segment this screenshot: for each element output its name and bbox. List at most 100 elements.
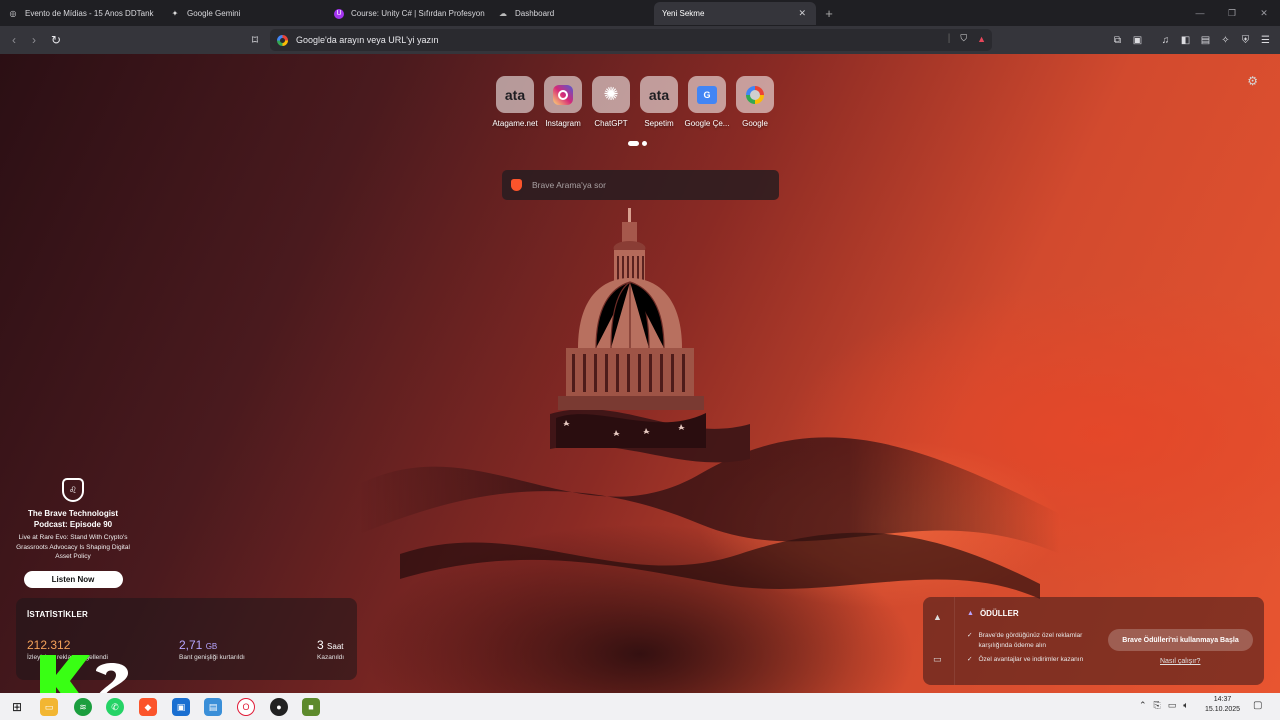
google-translate-icon: G — [697, 85, 717, 104]
control-panel-icon[interactable]: ▤ — [204, 698, 222, 716]
check-icon: ✓ — [967, 632, 973, 639]
top-site-google[interactable]: Google — [736, 76, 774, 128]
leo-ai-icon[interactable]: ✧ — [1219, 31, 1232, 49]
tab-strip: ◎ Evento de Mídias - 15 Anos DDTank ✦ Go… — [0, 0, 1280, 26]
divider: | — [947, 33, 951, 44]
instagram-icon — [553, 84, 573, 105]
menu-icon[interactable]: ☰ — [1259, 31, 1272, 49]
google-icon — [746, 85, 764, 104]
notification-icon[interactable]: ▢ — [1253, 700, 1262, 711]
new-tab-button[interactable]: + — [816, 0, 842, 26]
google-translate-icon-tile: G — [688, 76, 726, 113]
file-explorer-icon[interactable]: ▭ — [40, 698, 58, 716]
extensions-icon[interactable]: ⧉ — [1111, 31, 1124, 49]
top-site-label: Sepetim — [644, 119, 674, 128]
address-placeholder: Google'da arayın veya URL'yi yazın — [296, 35, 439, 45]
tab-title: Dashboard — [515, 9, 555, 18]
maximize-icon[interactable]: ❐ — [1216, 0, 1248, 26]
tab-dashboard[interactable]: ☁ Dashboard — [490, 2, 654, 25]
rewards-benefit: ✓ Brave'de gördüğünüz özel reklamlar kar… — [967, 631, 1103, 650]
rewards-card-icon[interactable]: ▭ — [933, 654, 942, 665]
top-site-atagame[interactable]: ata Atagame.net — [492, 76, 538, 128]
back-icon[interactable]: ‹ — [4, 30, 24, 50]
how-it-works-link[interactable]: Nasıl çalışır? — [1160, 658, 1200, 665]
listen-now-button[interactable]: Listen Now — [23, 570, 123, 588]
system-tray: ⌃ ⎘ ▭ 🔈︎ — [1139, 700, 1189, 711]
flag-background-image — [360, 409, 1060, 599]
volume-icon[interactable]: 🔈︎ — [1183, 700, 1188, 711]
top-sites: ata Atagame.net Instagram ✺ ChatGPT ata … — [492, 76, 774, 128]
sepetim-tile: ata — [640, 76, 678, 113]
tab-ddtank[interactable]: ◎ Evento de Mídias - 15 Anos DDTank — [0, 2, 162, 25]
rewards-benefit-text: Özel avantajlar ve indirimler kazanın — [978, 656, 1084, 663]
start-rewards-button[interactable]: Brave Ödülleri'ni kullanmaya Başla — [1108, 629, 1253, 651]
podcast-subtitle: Live at Rare Evo: Stand With Crypto's Gr… — [16, 534, 130, 560]
stats-heading: İSTATİSTİKLER — [27, 610, 88, 619]
rewards-triangle-icon[interactable]: ▲ — [933, 612, 942, 622]
brave-shields-icon[interactable]: ⛉ — [960, 33, 967, 44]
close-tab-icon[interactable]: ✕ — [798, 8, 806, 19]
stat-unit: Saat — [327, 642, 344, 651]
customize-gear-icon[interactable]: ⚙ — [1247, 74, 1258, 88]
obs-icon[interactable]: ● — [270, 698, 288, 716]
taskbar-clock[interactable]: 14:37 15.10.2025 — [1205, 695, 1240, 715]
battery-icon[interactable]: ▭ — [1168, 700, 1177, 711]
address-bar[interactable]: Google'da arayın veya URL'yi yazın | ⛉ ▲ — [270, 29, 992, 51]
clock-time: 14:37 — [1213, 696, 1232, 703]
wallet-icon[interactable]: ▤ — [1199, 31, 1212, 49]
vpn-icon[interactable]: ⛨ — [1239, 31, 1252, 49]
tab-title: Evento de Mídias - 15 Anos DDTank — [25, 9, 154, 18]
forward-icon[interactable]: › — [24, 30, 44, 50]
chatgpt-icon: ✺ — [592, 76, 630, 113]
tab-title: Course: Unity C# | Sıfırdan Profesyon — [351, 9, 485, 18]
instagram-icon-tile — [544, 76, 582, 113]
tab-udemy[interactable]: U Course: Unity C# | Sıfırdan Profesyon — [326, 2, 490, 25]
screenshot-icon[interactable]: ▣ — [1131, 31, 1144, 49]
brave-lion-icon — [511, 179, 522, 191]
store-icon[interactable]: ▣ — [172, 698, 190, 716]
reload-icon[interactable]: ↻ — [46, 30, 66, 50]
rewards-benefit: ✓ Özel avantajlar ve indirimler kazanın — [967, 655, 1103, 665]
top-site-chatgpt[interactable]: ✺ ChatGPT — [592, 76, 630, 128]
tab-gemini[interactable]: ✦ Google Gemini — [162, 2, 326, 25]
whatsapp-icon[interactable]: ✆ — [106, 698, 124, 716]
page-dot[interactable] — [642, 141, 647, 146]
clock-date: 15.10.2025 — [1205, 706, 1241, 713]
windows-start-icon[interactable]: ⊞ — [8, 698, 26, 716]
udemy-icon: U — [334, 8, 344, 19]
stat-bandwidth-saved: 2,71 GB Bant genişliği kurtarıldı — [179, 638, 245, 661]
top-site-label: Google — [742, 119, 768, 128]
rewards-widget: ▲ ▭ ▲ ÖDÜLLER ✓ Brave'de gördüğünüz özel… — [923, 597, 1264, 685]
opera-icon[interactable]: O — [237, 698, 255, 716]
check-icon: ✓ — [967, 656, 973, 663]
google-icon — [277, 34, 288, 46]
top-site-google-translate[interactable]: G Google Çe... — [685, 76, 729, 128]
cloud-icon: ☁ — [499, 9, 507, 18]
brave-search-box[interactable]: Brave Arama'ya sor — [502, 170, 779, 200]
spotify-icon[interactable]: ≋ — [74, 698, 92, 716]
brave-browser-icon[interactable]: ◆ — [139, 698, 157, 716]
rewards-sidebar: ▲ ▭ — [923, 597, 955, 685]
top-site-sepetim[interactable]: ata Sepetim — [640, 76, 678, 128]
stat-desc: Bant genişliği kurtarıldı — [179, 654, 245, 661]
minimize-icon[interactable]: — — [1184, 0, 1216, 26]
top-site-label: Atagame.net — [492, 119, 538, 128]
podcast-title: The Brave Technologist Podcast: Episode … — [27, 509, 119, 529]
top-sites-pagination — [628, 141, 647, 146]
podcast-card: ♌ The Brave Technologist Podcast: Episod… — [14, 478, 132, 588]
page-dot-active[interactable] — [628, 141, 639, 146]
toolbar: ‹ › ↻ ⌑ Google'da arayın veya URL'yi yaz… — [0, 26, 1280, 54]
top-site-instagram[interactable]: Instagram — [544, 76, 582, 128]
sidebar-icon[interactable]: ◧ — [1179, 31, 1192, 49]
atagame-tile: ata — [496, 76, 534, 113]
bookmark-icon[interactable]: ⌑ — [245, 30, 265, 50]
tab-new-tab[interactable]: Yeni Sekme ✕ — [654, 2, 816, 25]
brave-rewards-icon[interactable]: ▲ — [977, 34, 986, 44]
tray-overflow-icon[interactable]: ⌃ — [1139, 700, 1147, 711]
minecraft-icon[interactable]: ■ — [302, 698, 320, 716]
media-icon[interactable]: ♫ — [1159, 31, 1172, 49]
network-icon[interactable]: ⎘ — [1154, 700, 1161, 711]
stat-value: 2,71 — [179, 638, 203, 652]
close-window-icon[interactable]: ✕ — [1248, 0, 1280, 26]
bat-triangle-icon: ▲ — [967, 610, 974, 617]
